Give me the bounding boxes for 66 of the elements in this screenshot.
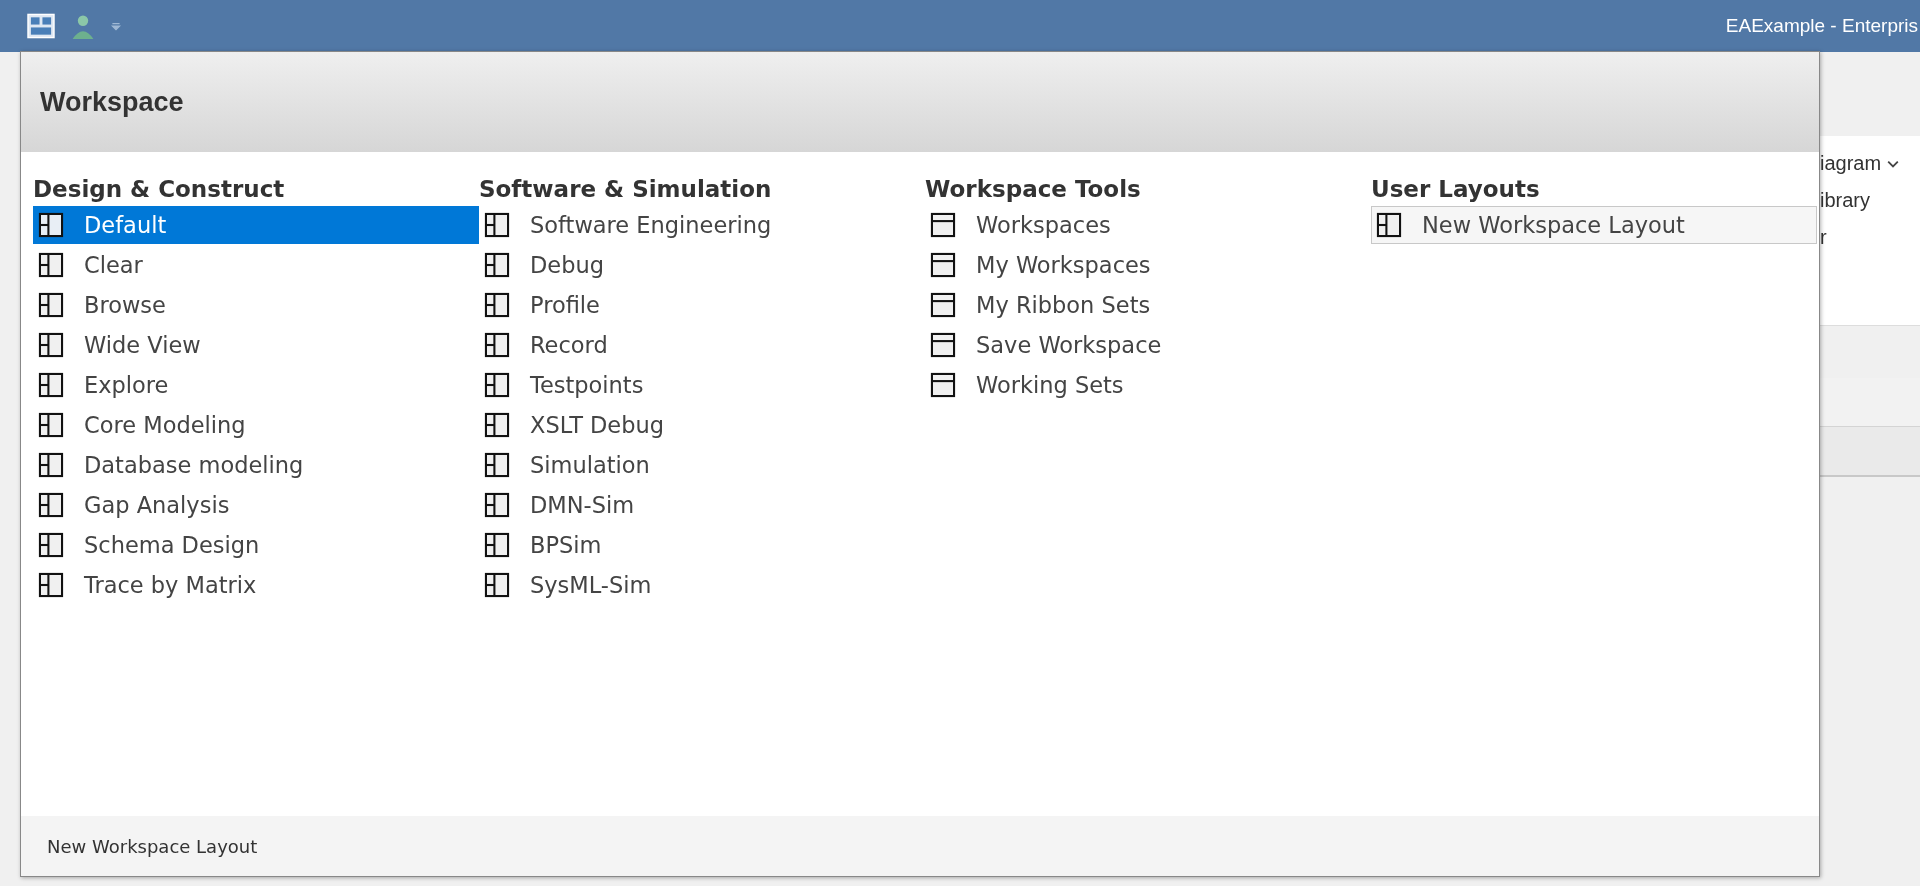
- layout-item[interactable]: New Workspace Layout: [1371, 206, 1817, 244]
- ribbon-label[interactable]: iagram: [1820, 152, 1900, 175]
- layout-icon: [484, 452, 510, 478]
- layout-item[interactable]: Default: [33, 206, 479, 244]
- layout-item[interactable]: Record: [479, 326, 925, 364]
- layout-icon: [38, 532, 64, 558]
- layout-item[interactable]: Working Sets: [925, 366, 1371, 404]
- layout-icon: [38, 252, 64, 278]
- layout-icon: [484, 292, 510, 318]
- window-title: EAExample - Enterpris: [1725, 15, 1918, 37]
- ribbon-label[interactable]: ibrary: [1820, 189, 1870, 212]
- layout-icon: [484, 252, 510, 278]
- person-icon[interactable]: [70, 13, 96, 39]
- layout-item[interactable]: Simulation: [479, 446, 925, 484]
- layout-icon: [484, 372, 510, 398]
- layout-icon: [38, 212, 64, 238]
- layout-icon: [38, 492, 64, 518]
- chevron-icon: [1887, 159, 1900, 168]
- layout-item[interactable]: Save Workspace: [925, 326, 1371, 364]
- layout-item[interactable]: Debug: [479, 246, 925, 284]
- layout-icon: [484, 572, 510, 598]
- layout-item[interactable]: My Ribbon Sets: [925, 286, 1371, 324]
- layout-icon: [484, 412, 510, 438]
- layout-icon: [484, 332, 510, 358]
- layout-item[interactable]: Profile: [479, 286, 925, 324]
- window-icon: [930, 212, 956, 238]
- ribbon-label[interactable]: r: [1820, 226, 1827, 249]
- layout-item[interactable]: Database modeling: [33, 446, 479, 484]
- layout-item[interactable]: DMN-Sim: [479, 486, 925, 524]
- popup-title: Workspace: [40, 86, 184, 118]
- layout-icon: [484, 212, 510, 238]
- window-icon: [930, 372, 956, 398]
- layout-item[interactable]: Wide View: [33, 326, 479, 364]
- app-icon[interactable]: [26, 13, 56, 39]
- column-heading: User Layouts: [1371, 175, 1540, 204]
- column-heading: Workspace Tools: [925, 175, 1141, 204]
- layout-icon: [484, 492, 510, 518]
- layout-item[interactable]: BPSim: [479, 526, 925, 564]
- layout-icon: [38, 412, 64, 438]
- layout-icon: [38, 332, 64, 358]
- caret-icon[interactable]: [110, 20, 122, 32]
- layout-item[interactable]: My Workspaces: [925, 246, 1371, 284]
- layout-item[interactable]: SysML-Sim: [479, 566, 925, 604]
- layout-item[interactable]: Clear: [33, 246, 479, 284]
- window-icon: [930, 332, 956, 358]
- layout-item[interactable]: Testpoints: [479, 366, 925, 404]
- window-icon: [930, 292, 956, 318]
- layout-icon: [38, 572, 64, 598]
- layout-item[interactable]: Browse: [33, 286, 479, 324]
- window-icon: [930, 252, 956, 278]
- layout-item[interactable]: Explore: [33, 366, 479, 404]
- layout-item[interactable]: Trace by Matrix: [33, 566, 479, 604]
- layout-item[interactable]: Gap Analysis: [33, 486, 479, 524]
- column-heading: Software & Simulation: [479, 175, 772, 204]
- layout-icon: [484, 532, 510, 558]
- layout-item[interactable]: Schema Design: [33, 526, 479, 564]
- layout-icon: [38, 372, 64, 398]
- layout-icon: [38, 292, 64, 318]
- layout-icon: [38, 452, 64, 478]
- footer-text: New Workspace Layout: [47, 835, 258, 857]
- column-heading: Design & Construct: [33, 175, 285, 204]
- layout-icon: [1376, 212, 1402, 238]
- layout-item[interactable]: Software Engineering: [479, 206, 925, 244]
- layout-item[interactable]: Core Modeling: [33, 406, 479, 444]
- layout-item[interactable]: XSLT Debug: [479, 406, 925, 444]
- layout-item[interactable]: Workspaces: [925, 206, 1371, 244]
